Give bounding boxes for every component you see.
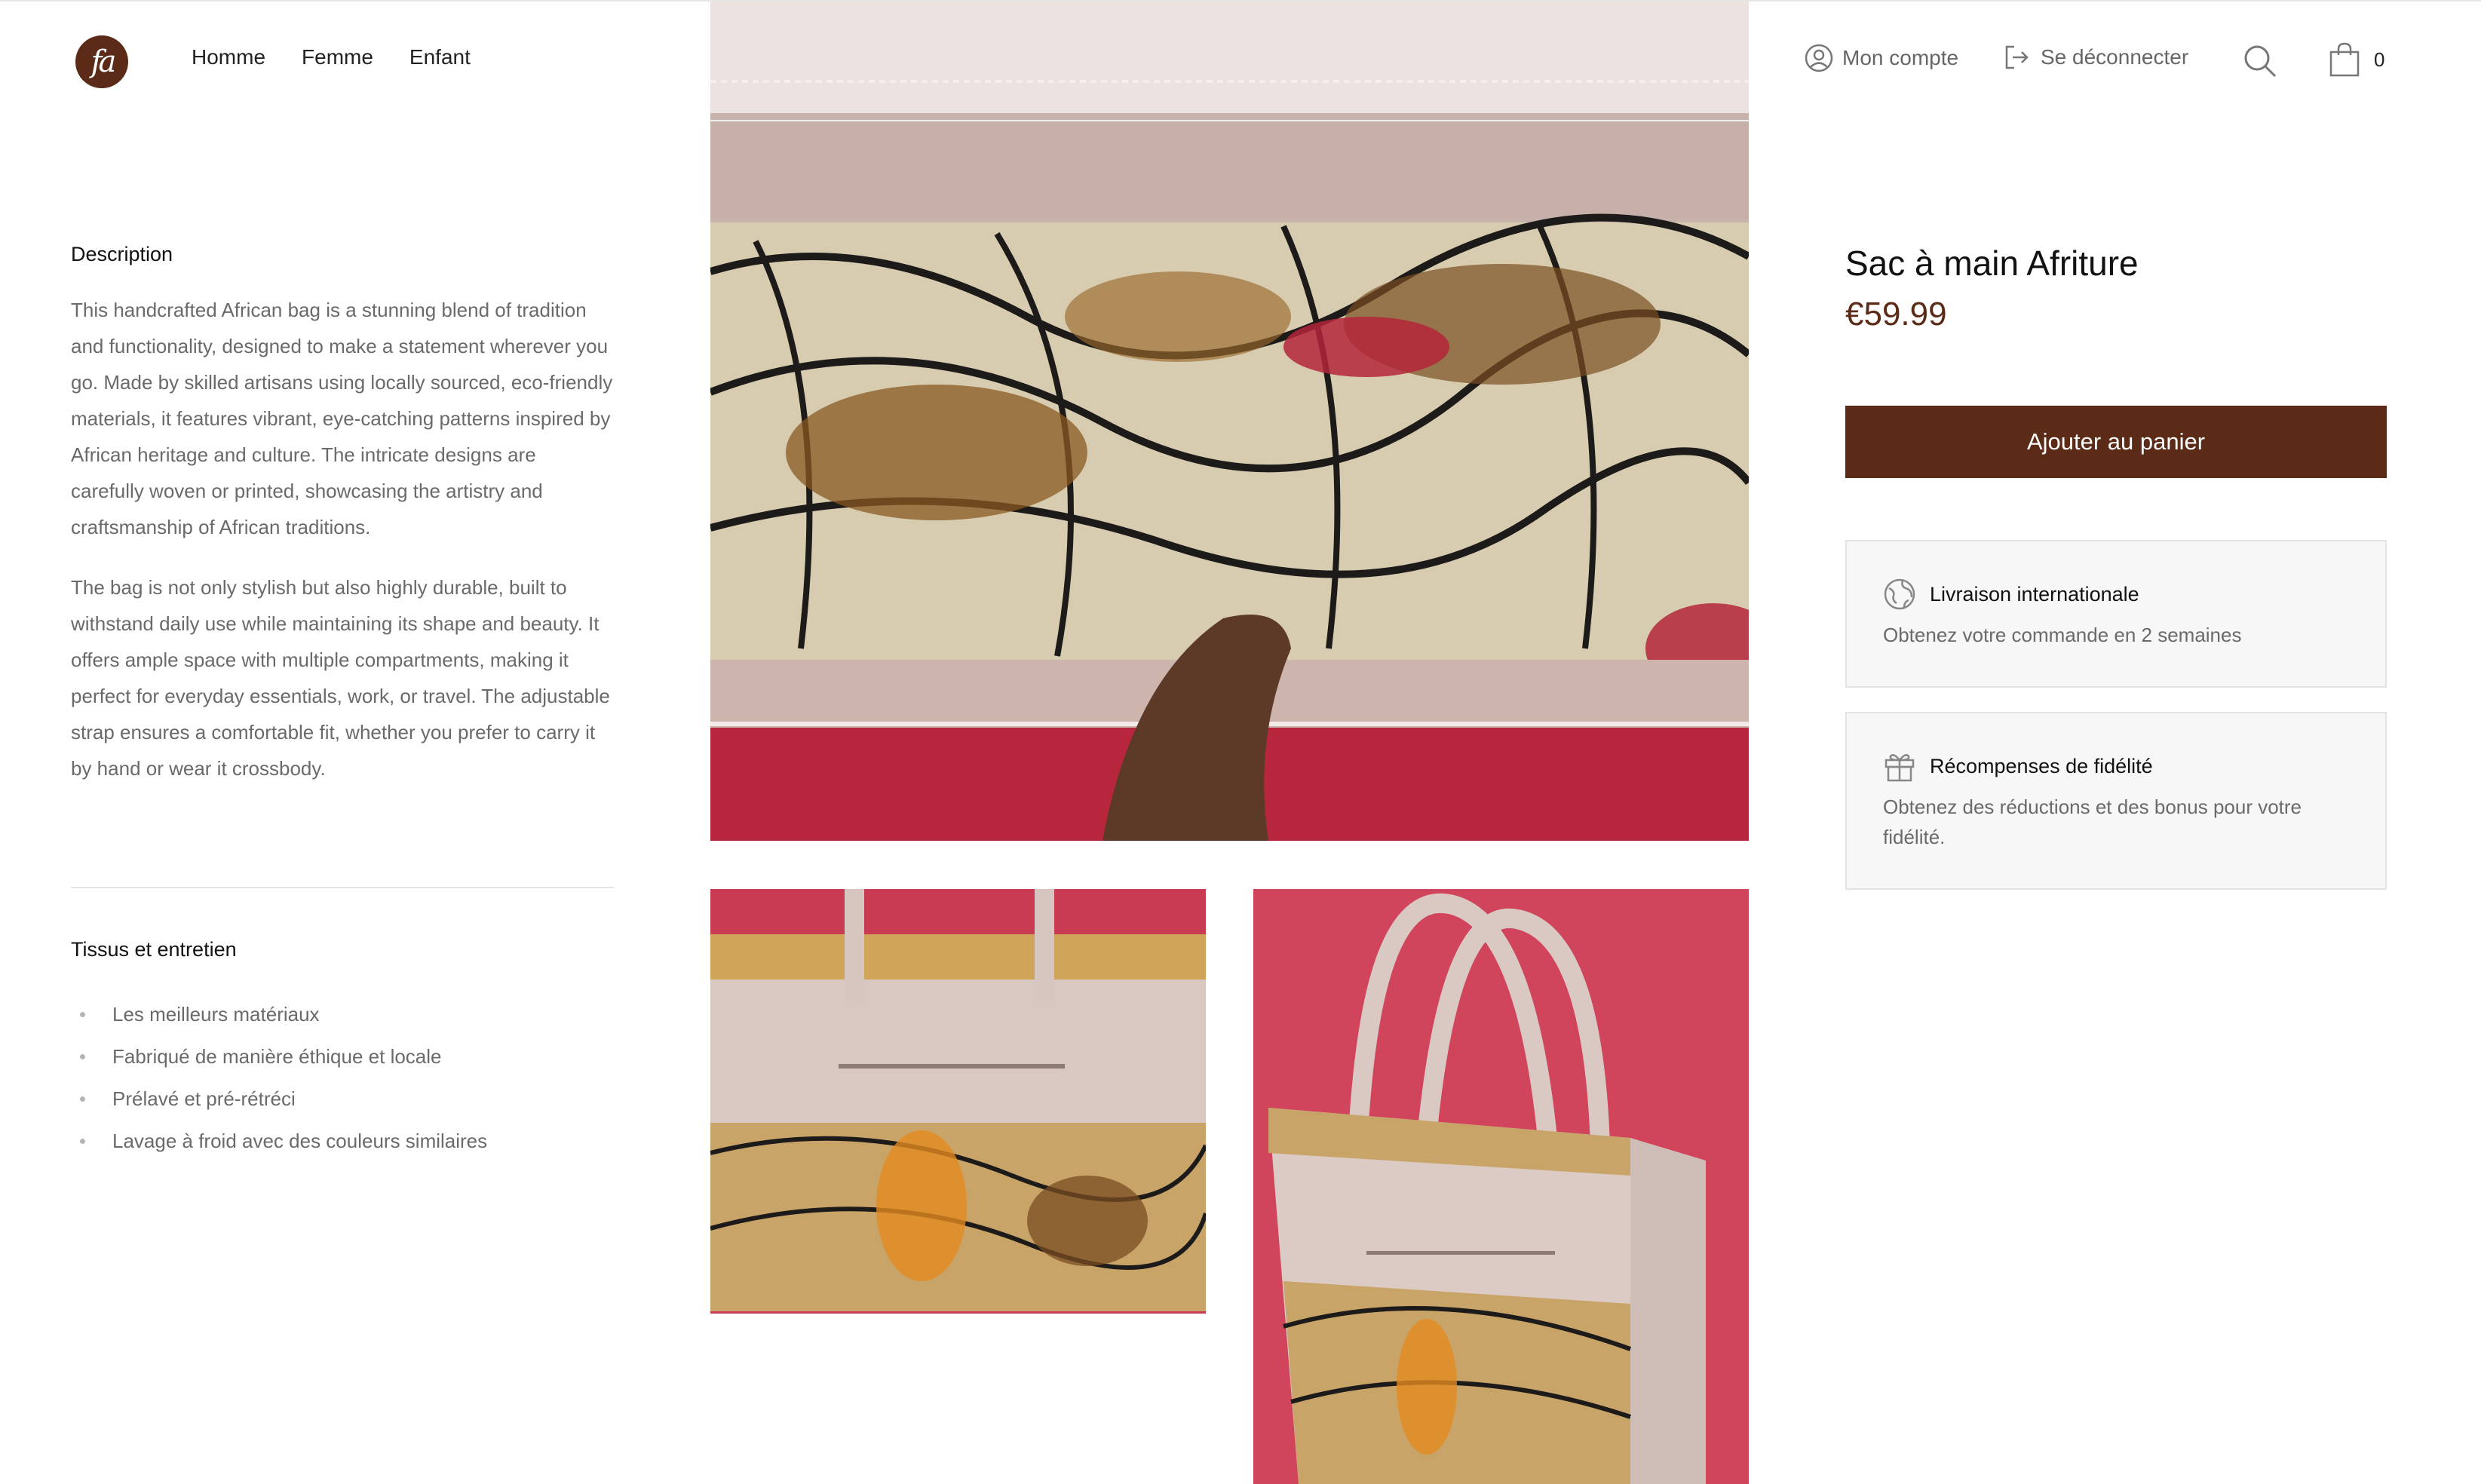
description-heading: Description: [71, 243, 173, 265]
account-label: Mon compte: [1842, 46, 1959, 69]
bullet-icon: [80, 1096, 85, 1102]
search-icon[interactable]: [2243, 44, 2277, 78]
list-item: Fabriqué de manière éthique et locale: [71, 1035, 614, 1078]
list-item: Lavage à froid avec des couleurs similai…: [71, 1120, 614, 1162]
shipping-info-card: Livraison internationale Obtenez votre c…: [1845, 540, 2387, 688]
description-paragraph-2: The bag is not only stylish but also hig…: [71, 576, 610, 780]
bullet-icon: [80, 1053, 85, 1059]
care-item-text: Prélavé et pré-rétréci: [112, 1087, 296, 1110]
shopping-bag-icon: [2329, 42, 2360, 77]
logout-label: Se déconnecter: [2041, 45, 2189, 69]
cart-count: 0: [2374, 48, 2385, 71]
card-header: Livraison internationale: [1883, 578, 2349, 611]
section-divider: [71, 887, 614, 888]
nav-link-femme[interactable]: Femme: [302, 45, 373, 69]
card-title: Livraison internationale: [1930, 582, 2139, 606]
description-paragraph-1: This handcrafted African bag is a stunni…: [71, 299, 613, 538]
description-section: Description This handcrafted African bag…: [71, 243, 614, 811]
cart-button[interactable]: 0: [2329, 42, 2384, 77]
list-item: Les meilleurs matériaux: [71, 993, 614, 1035]
list-item: Prélavé et pré-rétréci: [71, 1078, 614, 1120]
nav-link-enfant[interactable]: Enfant: [409, 45, 471, 69]
card-header: Récompenses de fidélité: [1883, 750, 2349, 783]
card-text: Obtenez votre commande en 2 semaines: [1883, 624, 2242, 646]
user-circle-icon: [1805, 44, 1833, 72]
care-item-text: Les meilleurs matériaux: [112, 1002, 320, 1026]
nav-link-homme[interactable]: Homme: [192, 45, 265, 69]
product-thumbnail-front[interactable]: [710, 889, 1206, 1314]
loyalty-info-card: Récompenses de fidélité Obtenez des rédu…: [1845, 712, 2387, 890]
globe-icon: [1884, 578, 1915, 610]
main-nav: Homme Femme Enfant: [192, 45, 471, 69]
card-title: Récompenses de fidélité: [1930, 754, 2153, 777]
account-link[interactable]: Mon compte: [1805, 44, 1958, 72]
logout-link[interactable]: Se déconnecter: [2003, 44, 2188, 71]
product-title: Sac à main Afriture: [1845, 244, 2139, 283]
care-item-text: Fabriqué de manière éthique et locale: [112, 1044, 442, 1068]
care-section: Tissus et entretien Les meilleurs matéri…: [71, 938, 614, 1162]
bullet-icon: [80, 1138, 85, 1144]
product-thumbnail-side[interactable]: [1253, 889, 1749, 1484]
header-left-panel: fa Homme Femme Enfant: [0, 2, 710, 121]
product-main-image[interactable]: [710, 0, 1749, 841]
brand-logo[interactable]: fa: [75, 35, 128, 88]
product-price: €59.99: [1845, 296, 1947, 333]
bullet-icon: [80, 1011, 85, 1017]
care-item-text: Lavage à froid avec des couleurs similai…: [112, 1129, 488, 1152]
add-to-cart-button[interactable]: Ajouter au panier: [1845, 406, 2387, 478]
site-header: fa Homme Femme Enfant Mon compte Se déco…: [0, 0, 2481, 121]
card-text: Obtenez des réductions et des bonus pour…: [1883, 796, 2302, 848]
care-heading: Tissus et entretien: [71, 938, 237, 961]
gift-icon: [1885, 754, 1915, 782]
care-list: Les meilleurs matériaux Fabriqué de mani…: [71, 993, 614, 1162]
logo-text: fa: [90, 44, 117, 79]
logout-icon: [2005, 45, 2029, 69]
